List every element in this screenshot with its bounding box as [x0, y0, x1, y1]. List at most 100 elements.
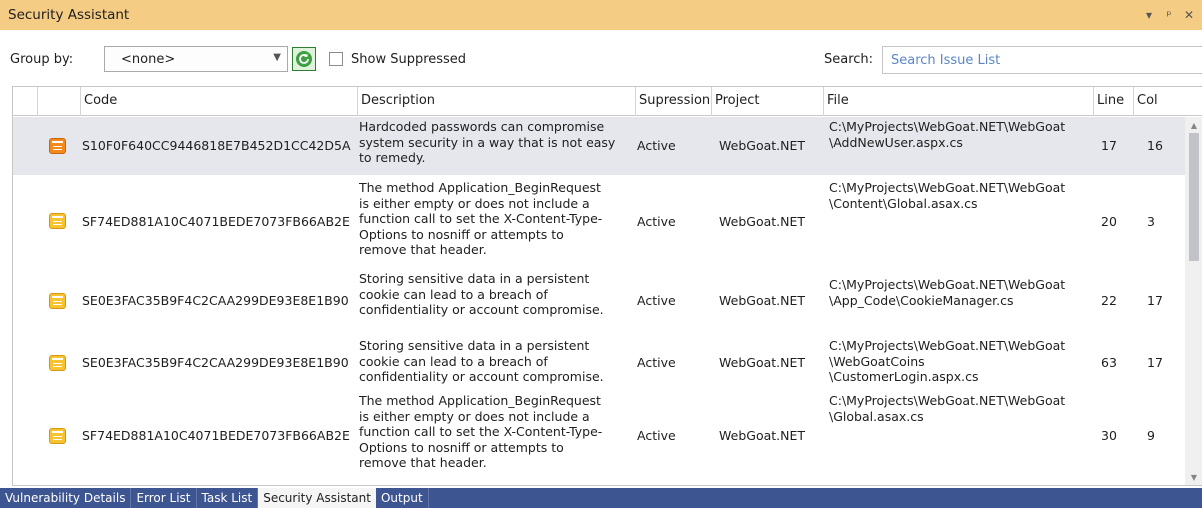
header-description[interactable]: Description [357, 87, 635, 116]
row-file: C:\MyProjects\WebGoat.NET\WebGoat \AddNe… [829, 119, 1093, 150]
table-row[interactable]: SE0E3FAC35B9F4C2CAA299DE93E8E1B90 Storin… [13, 335, 1185, 391]
row-col: 17 [1147, 355, 1163, 371]
row-code: S10F0F640CC9446818E7B452D1CC42D5A [82, 138, 351, 154]
warning-icon [49, 213, 66, 229]
file-line: C:\MyProjects\WebGoat.NET\WebGoat [829, 338, 1066, 353]
row-project: WebGoat.NET [719, 213, 806, 229]
warning-icon [49, 428, 66, 444]
header-col[interactable]: Col [1133, 87, 1183, 116]
row-supression: Active [637, 138, 676, 154]
file-line: \App_Code\CookieManager.cs [829, 292, 1014, 308]
row-description: Storing sensitive data in a persistent c… [359, 271, 635, 318]
row-line: 63 [1101, 355, 1117, 371]
tab-error-list[interactable]: Error List [131, 488, 197, 508]
bottom-tab-strip: Vulnerability Details Error List Task Li… [0, 488, 1202, 508]
issue-grid: Code Description Supression Project File… [12, 86, 1202, 486]
description-line: is either empty or does not include a [359, 408, 590, 424]
tab-task-list[interactable]: Task List [197, 488, 259, 508]
table-row[interactable]: SF74ED881A10C4071BEDE7073FB66AB2E The me… [13, 391, 1185, 485]
window-controls: ▾ ᵖ ✕ [1142, 8, 1202, 22]
header-supression[interactable]: Supression [635, 87, 711, 116]
file-line: C:\MyProjects\WebGoat.NET\WebGoat [829, 393, 1066, 408]
row-description: Hardcoded passwords can compromise syste… [359, 119, 635, 166]
row-code: SF74ED881A10C4071BEDE7073FB66AB2E [82, 428, 350, 444]
description-line: confidentiality or account compromise. [359, 369, 604, 384]
scroll-up-icon[interactable]: ▲ [1185, 119, 1202, 133]
row-supression: Active [637, 428, 676, 444]
row-line: 22 [1101, 293, 1117, 309]
description-line: to remedy. [359, 150, 426, 165]
group-by-label: Group by: [10, 52, 74, 67]
file-line: C:\MyProjects\WebGoat.NET\WebGoat [829, 119, 1066, 134]
description-line: function call to set the X-Content-Type- [359, 424, 603, 439]
description-line: Hardcoded passwords can compromise [359, 119, 605, 134]
description-line: Options to nosniff or attempts to [359, 226, 564, 242]
scroll-down-icon[interactable]: ▼ [1185, 471, 1202, 485]
pin-icon[interactable]: ᵖ [1162, 8, 1176, 22]
description-line: cookie can lead to a breach of [359, 353, 548, 369]
chevron-down-icon: ▼ [273, 52, 281, 63]
description-line: The method Application_BeginRequest [359, 393, 601, 408]
row-supression: Active [637, 293, 676, 309]
row-supression: Active [637, 213, 676, 229]
tab-security-assistant[interactable]: Security Assistant [258, 488, 376, 508]
refresh-button[interactable] [292, 47, 316, 71]
description-line: system security in a way that is not eas… [359, 134, 616, 150]
description-line: cookie can lead to a breach of [359, 286, 548, 302]
row-project: WebGoat.NET [719, 355, 806, 371]
toolbar: Group by: <none> ▼ Show Suppressed Searc… [0, 30, 1202, 86]
warning-icon [49, 293, 66, 309]
search-label: Search: [824, 52, 874, 67]
row-line: 17 [1101, 138, 1117, 154]
row-file: C:\MyProjects\WebGoat.NET\WebGoat \Globa… [829, 393, 1093, 424]
warning-icon [49, 138, 66, 154]
row-line: 30 [1101, 428, 1117, 444]
header-code[interactable]: Code [80, 87, 357, 116]
close-icon[interactable]: ✕ [1182, 8, 1196, 22]
group-by-value: <none> [121, 51, 176, 67]
row-project: WebGoat.NET [719, 138, 806, 154]
vertical-scrollbar[interactable]: ▲ ▼ [1185, 117, 1202, 485]
description-line: Storing sensitive data in a persistent [359, 338, 590, 353]
table-row[interactable]: SE0E3FAC35B9F4C2CAA299DE93E8E1B90 Storin… [13, 267, 1185, 335]
header-icon-column[interactable] [37, 87, 80, 116]
row-line: 20 [1101, 213, 1117, 229]
row-col: 3 [1147, 213, 1155, 229]
header-line[interactable]: Line [1093, 87, 1133, 116]
row-code: SF74ED881A10C4071BEDE7073FB66AB2E [82, 213, 350, 229]
search-input[interactable] [882, 46, 1202, 74]
scroll-thumb[interactable] [1189, 133, 1199, 261]
file-line: \AddNewUser.aspx.cs [829, 134, 963, 150]
show-suppressed-label: Show Suppressed [351, 52, 467, 67]
file-line: C:\MyProjects\WebGoat.NET\WebGoat [829, 180, 1066, 195]
row-file: C:\MyProjects\WebGoat.NET\WebGoat \WebGo… [829, 338, 1093, 385]
group-by-select[interactable]: <none> ▼ [104, 46, 288, 72]
row-file: C:\MyProjects\WebGoat.NET\WebGoat \App_C… [829, 277, 1093, 308]
description-line: Storing sensitive data in a persistent [359, 271, 590, 286]
table-row[interactable]: S10F0F640CC9446818E7B452D1CC42D5A Hardco… [13, 117, 1185, 175]
show-suppressed-checkbox[interactable] [329, 52, 343, 66]
row-project: WebGoat.NET [719, 428, 806, 444]
title-bar: Security Assistant ▾ ᵖ ✕ [0, 0, 1202, 30]
row-col: 9 [1147, 428, 1155, 444]
file-line: \Content\Global.asax.cs [829, 195, 978, 211]
grid-header: Code Description Supression Project File… [13, 87, 1202, 116]
row-file: C:\MyProjects\WebGoat.NET\WebGoat \Conte… [829, 180, 1093, 211]
tab-output[interactable]: Output [376, 488, 429, 508]
header-select-column[interactable] [13, 87, 37, 116]
header-project[interactable]: Project [711, 87, 823, 116]
description-line: remove that header. [359, 455, 487, 470]
row-code: SE0E3FAC35B9F4C2CAA299DE93E8E1B90 [82, 355, 349, 371]
description-line: The method Application_BeginRequest [359, 180, 601, 195]
header-file[interactable]: File [823, 87, 1093, 116]
dropdown-arrow-icon[interactable]: ▾ [1142, 8, 1156, 22]
file-line: \CustomerLogin.aspx.cs [829, 369, 979, 384]
description-line: remove that header. [359, 242, 487, 257]
description-line: confidentiality or account compromise. [359, 302, 604, 317]
file-line: C:\MyProjects\WebGoat.NET\WebGoat [829, 277, 1066, 292]
tab-vulnerability-details[interactable]: Vulnerability Details [0, 488, 132, 508]
table-row[interactable]: SF74ED881A10C4071BEDE7073FB66AB2E The me… [13, 176, 1185, 267]
row-description: Storing sensitive data in a persistent c… [359, 338, 635, 385]
row-code: SE0E3FAC35B9F4C2CAA299DE93E8E1B90 [82, 293, 349, 309]
row-col: 16 [1147, 138, 1163, 154]
